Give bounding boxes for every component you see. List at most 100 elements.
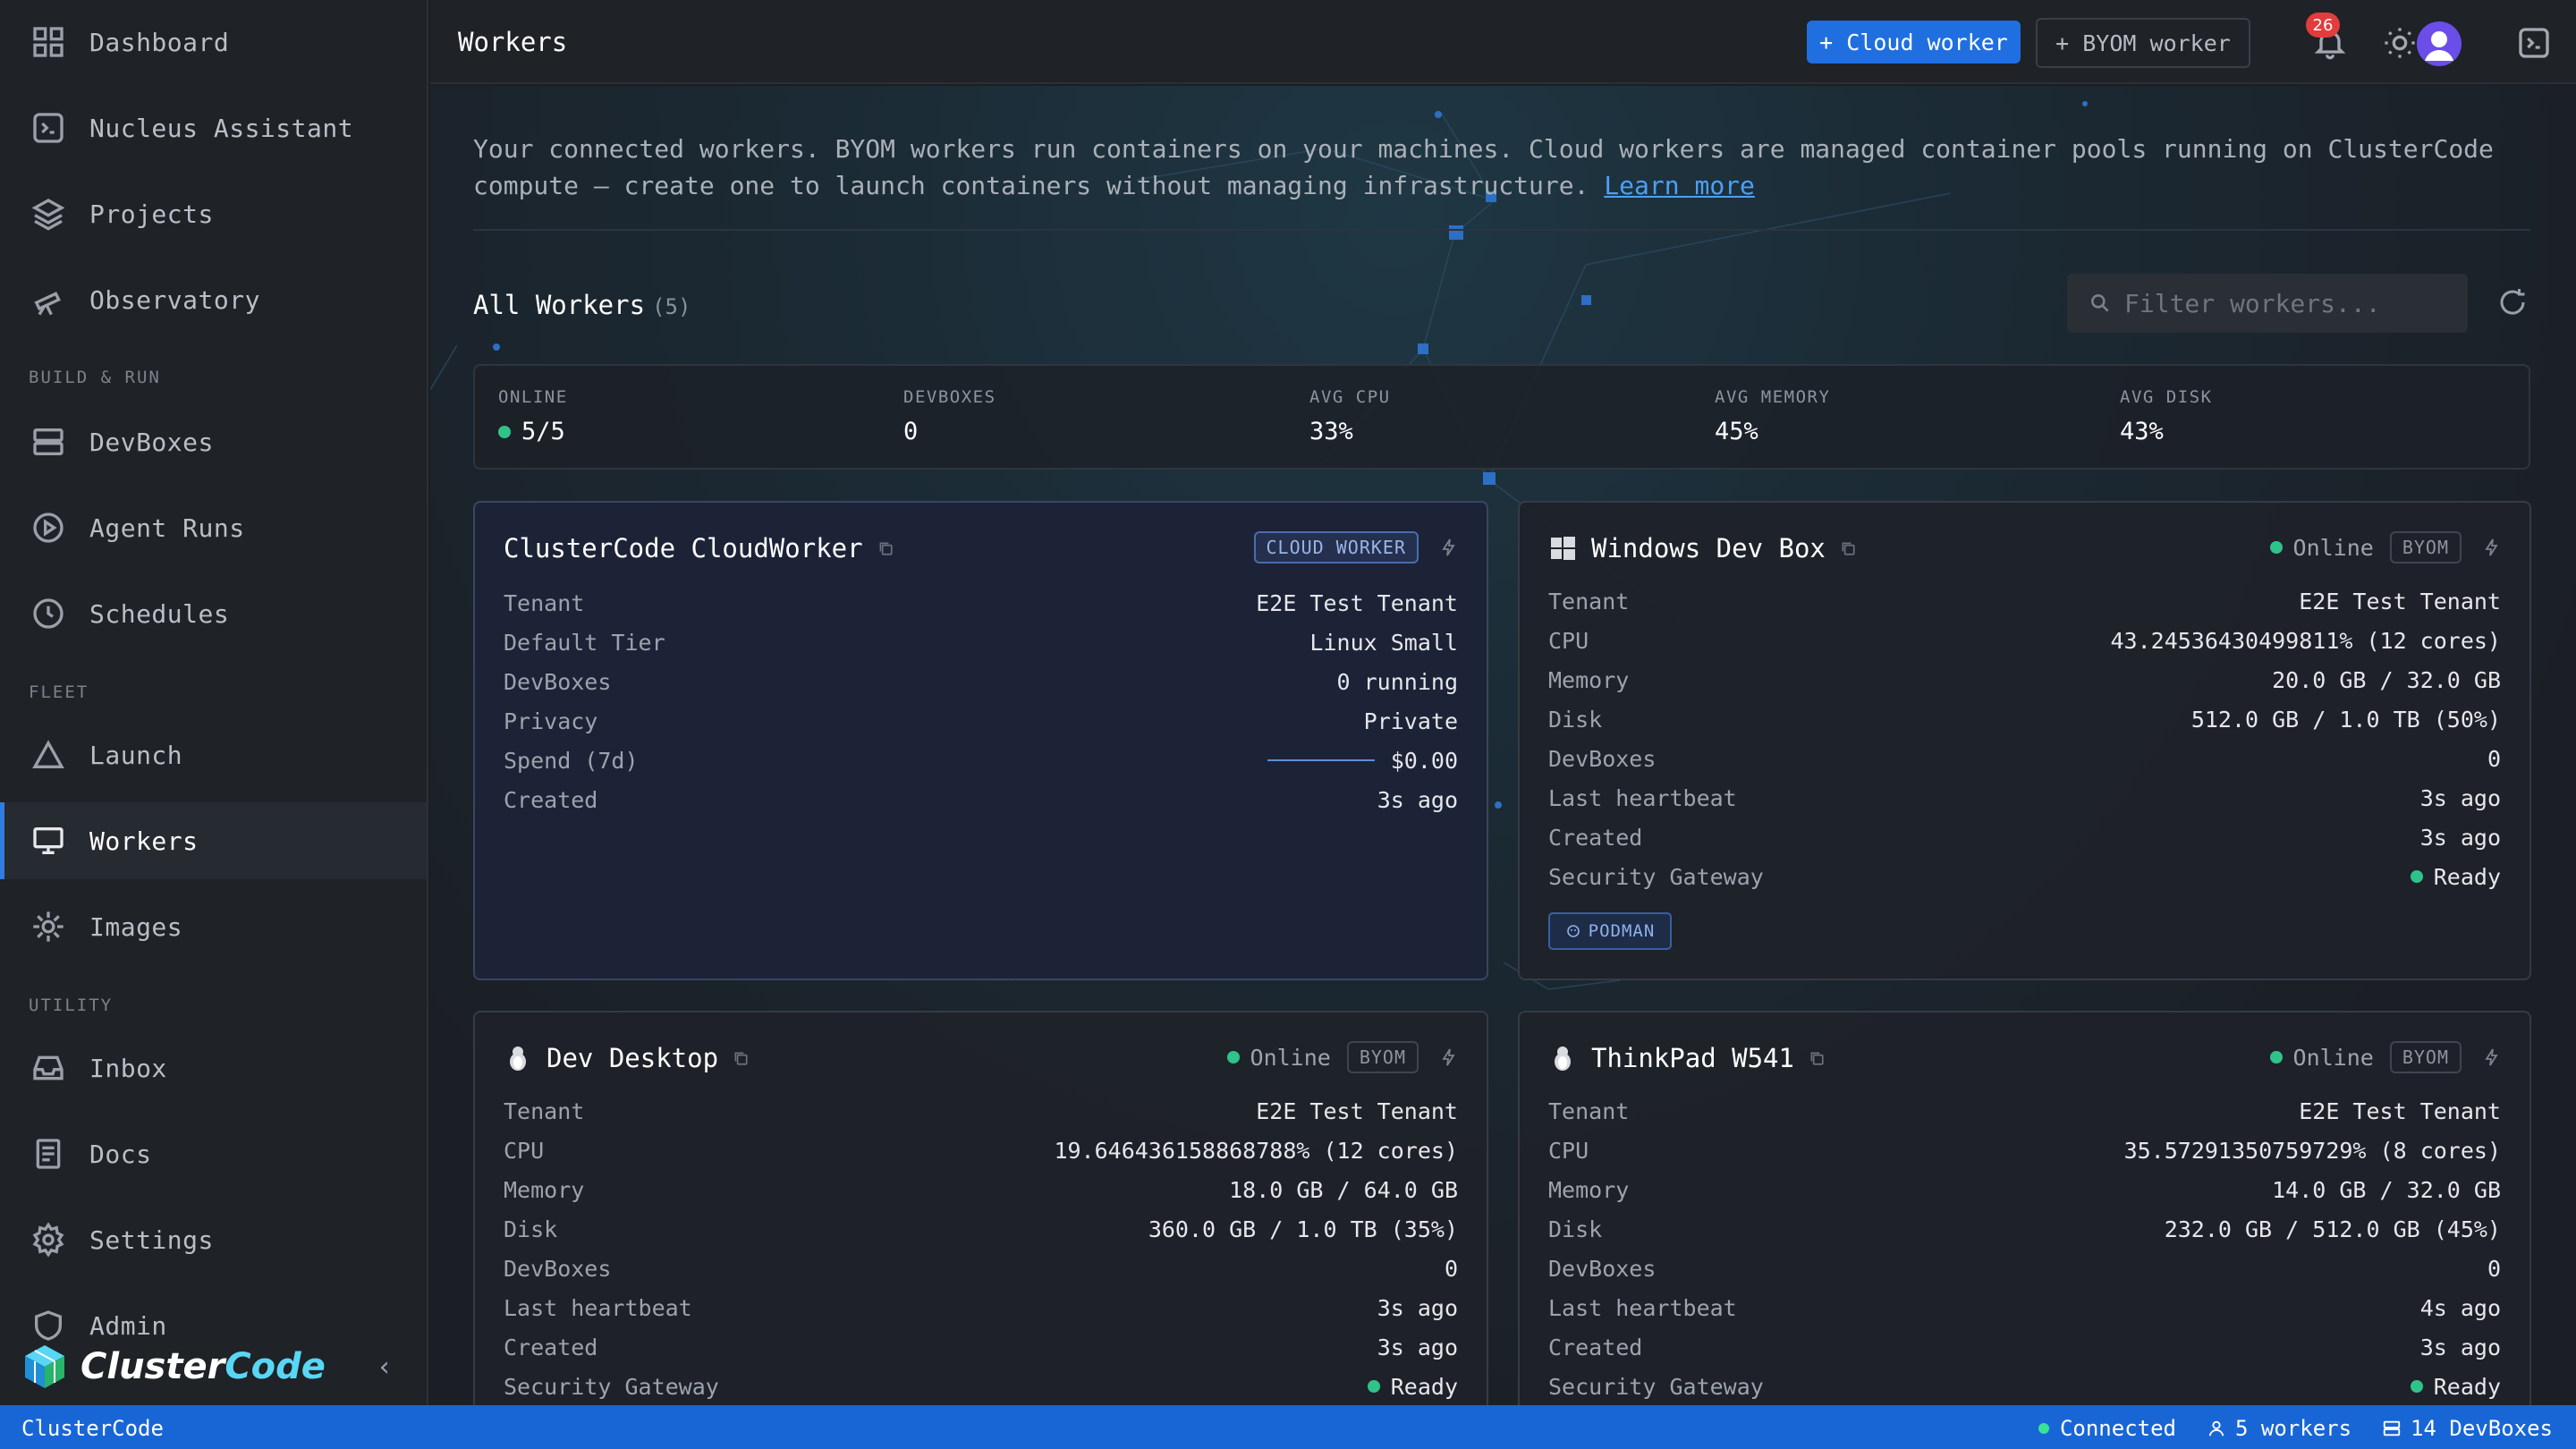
detail-value: $0.00: [1267, 748, 1458, 774]
stat-label: DEVBOXES: [903, 387, 996, 407]
detail-value: Ready: [2410, 864, 2501, 890]
copy-icon[interactable]: [1840, 540, 1856, 556]
user-avatar[interactable]: [2417, 21, 2462, 66]
section-label-build-run: BUILD & RUN: [29, 368, 161, 387]
workers-status[interactable]: 5 workers: [2207, 1416, 2351, 1441]
intro-text: Your connected workers. BYOM workers run…: [473, 131, 2530, 204]
detail-value: 512.0 GB / 1.0 TB (50%): [2190, 706, 2501, 733]
detail-key: Tenant: [504, 589, 585, 616]
divider: [473, 229, 2530, 231]
detail-row: Tenant E2E Test Tenant: [1548, 581, 2501, 621]
sidebar-item-nucleus-assistant[interactable]: Nucleus Assistant: [0, 89, 427, 166]
copy-icon[interactable]: [733, 1050, 749, 1066]
detail-key: Disk: [504, 1216, 558, 1242]
detail-row: Last heartbeat 3s ago: [504, 1288, 1458, 1327]
sidebar-item-docs[interactable]: Docs: [0, 1115, 427, 1192]
filter-workers[interactable]: [2067, 274, 2468, 333]
detail-value: 3s ago: [2419, 1334, 2501, 1360]
detail-value: 360.0 GB / 1.0 TB (35%): [1148, 1216, 1458, 1242]
stat-avg-memory: AVG MEMORY 45%: [1715, 387, 1830, 445]
worker-status: Online: [2292, 534, 2374, 561]
status-bar: ClusterCode Connected 5 workers 14 DevBo…: [0, 1405, 2576, 1449]
linux-icon: [510, 1046, 526, 1071]
copy-icon[interactable]: [877, 540, 894, 556]
detail-key: Created: [1548, 1334, 1643, 1360]
ready-dot: [2410, 870, 2423, 883]
detail-value: 18.0 GB / 64.0 GB: [1229, 1176, 1458, 1203]
detail-row: DevBoxes 0: [1548, 1249, 2501, 1288]
worker-card-dev-desktop[interactable]: Dev Desktop Online BYOM Tenant E2E Test T…: [473, 1011, 1488, 1405]
server-icon: [30, 424, 66, 460]
sidebar-item-schedules[interactable]: Schedules: [0, 575, 427, 652]
online-dot: [1226, 1051, 1240, 1063]
detail-key: Security Gateway: [504, 1373, 719, 1400]
lightning-icon[interactable]: [1438, 1046, 1460, 1068]
sidebar-item-projects[interactable]: Projects: [0, 175, 427, 252]
detail-row: Tenant E2E Test Tenant: [1548, 1091, 2501, 1131]
detail-row: CPU 43.24536430499811% (12 cores): [1548, 621, 2501, 660]
devboxes-count-label: 14 DevBoxes: [2411, 1416, 2553, 1441]
sidebar-item-label: Inbox: [89, 1053, 167, 1083]
inbox-icon: [30, 1050, 66, 1086]
detail-key: Memory: [504, 1176, 585, 1203]
sidebar-item-dashboard[interactable]: Dashboard: [0, 4, 427, 80]
worker-type-badge: BYOM: [2389, 531, 2462, 564]
add-cloud-worker-button[interactable]: + Cloud worker: [1807, 21, 2021, 64]
detail-row: Memory 20.0 GB / 32.0 GB: [1548, 660, 2501, 699]
sidebar-item-launch[interactable]: Launch: [0, 716, 427, 793]
sidebar-item-settings[interactable]: Settings: [0, 1201, 427, 1278]
lightning-icon[interactable]: [2481, 1046, 2503, 1068]
sidebar-item-agent-runs[interactable]: Agent Runs: [0, 489, 427, 566]
add-byom-worker-button[interactable]: + BYOM worker: [2036, 18, 2250, 68]
detail-key: DevBoxes: [504, 1255, 612, 1282]
detail-value: 19.646436158868788% (12 cores): [1054, 1137, 1458, 1164]
detail-value: 232.0 GB / 512.0 GB (45%): [2164, 1216, 2501, 1242]
sidebar-item-label: Dashboard: [89, 27, 230, 57]
detail-value: Ready: [1367, 1374, 1458, 1400]
assistant-icon: [30, 110, 66, 146]
refresh-icon[interactable]: [2496, 286, 2529, 318]
collapse-sidebar-button[interactable]: ‹: [369, 1351, 401, 1383]
filter-workers-input[interactable]: [2124, 288, 2446, 318]
copy-icon[interactable]: [1809, 1050, 1825, 1066]
theme-toggle-button[interactable]: [2378, 21, 2421, 64]
section-label-utility: UTILITY: [29, 996, 114, 1015]
sidebar-item-observatory[interactable]: Observatory: [0, 261, 427, 338]
terminal-button[interactable]: [2512, 21, 2555, 64]
stat-label: AVG MEMORY: [1715, 387, 1831, 407]
status-bar-app-name: ClusterCode: [21, 1416, 164, 1441]
play-circle-icon: [30, 510, 66, 546]
detail-key: CPU: [1548, 1137, 1589, 1164]
sidebar-item-devboxes[interactable]: DevBoxes: [0, 403, 427, 480]
detail-value: 3s ago: [2419, 824, 2501, 851]
stat-value: 5/5: [498, 418, 568, 445]
worker-card-thinkpad[interactable]: ThinkPad W541 Online BYOM Tenant E2E Test…: [1518, 1011, 2531, 1405]
sidebar-item-inbox[interactable]: Inbox: [0, 1030, 427, 1106]
worker-details: Tenant E2E Test Tenant Default Tier Linux …: [504, 583, 1458, 819]
lightning-icon[interactable]: [2481, 537, 2503, 558]
worker-card-header: ClusterCode CloudWorker: [504, 533, 894, 564]
sidebar-item-images[interactable]: Images: [0, 888, 427, 965]
detail-key: Last heartbeat: [1548, 1294, 1737, 1321]
lightning-icon[interactable]: [1438, 537, 1460, 558]
worker-card-cloud[interactable]: ClusterCode CloudWorker CLOUD WORKER Ten…: [473, 501, 1488, 980]
section-label-fleet: FLEET: [29, 682, 89, 702]
detail-key: Security Gateway: [1548, 1373, 1764, 1400]
layers-icon: [30, 196, 66, 232]
intro-description: Your connected workers. BYOM workers run…: [473, 134, 2494, 200]
detail-key: CPU: [1548, 627, 1589, 654]
sidebar-item-label: Images: [89, 911, 183, 942]
devboxes-status[interactable]: 14 DevBoxes: [2382, 1416, 2553, 1441]
worker-card-windows[interactable]: Windows Dev Box Online BYOM Tenant E2E Te…: [1518, 501, 2531, 980]
detail-row: DevBoxes 0: [1548, 739, 2501, 778]
connection-status[interactable]: Connected: [2038, 1416, 2176, 1441]
detail-key: Last heartbeat: [1548, 784, 1737, 811]
learn-more-link[interactable]: Learn more: [1604, 171, 1755, 200]
main-content: Your connected workers. BYOM workers run…: [430, 86, 2576, 1405]
runtime-badge: PODMAN: [1548, 912, 1672, 950]
status-bar-indicators: Connected 5 workers 14 DevBoxes: [2008, 1416, 2553, 1441]
spend-sparkline: [1267, 759, 1375, 761]
brand-logo[interactable]: ClusterCode: [20, 1342, 326, 1392]
detail-key: Spend (7d): [504, 747, 639, 774]
sidebar-item-workers[interactable]: Workers: [0, 802, 427, 879]
